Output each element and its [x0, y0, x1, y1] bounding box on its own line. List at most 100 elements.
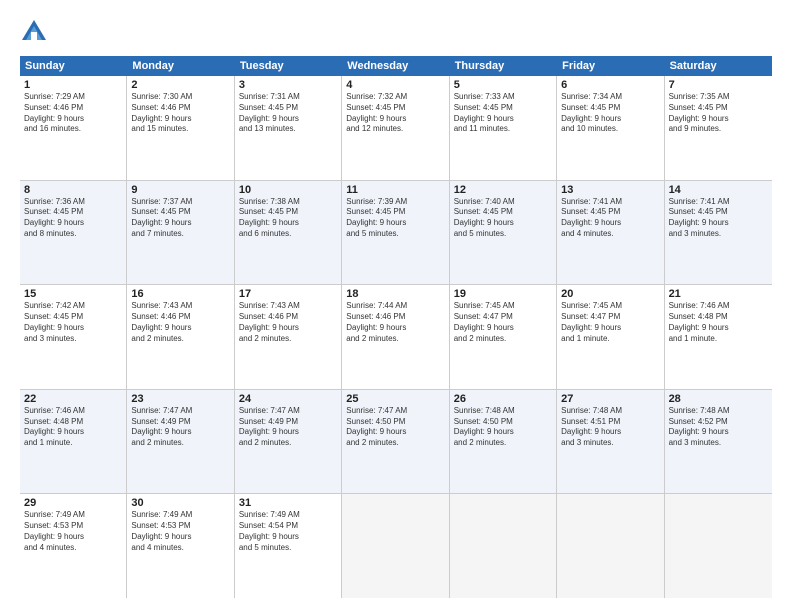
day-number: 2 [131, 79, 229, 91]
day-cell-1: 1Sunrise: 7:29 AM Sunset: 4:46 PM Daylig… [20, 76, 127, 180]
day-info: Sunrise: 7:49 AM Sunset: 4:53 PM Dayligh… [24, 510, 122, 553]
logo [20, 18, 52, 46]
calendar-row-2: 8Sunrise: 7:36 AM Sunset: 4:45 PM Daylig… [20, 181, 772, 286]
day-number: 8 [24, 184, 122, 196]
day-info: Sunrise: 7:38 AM Sunset: 4:45 PM Dayligh… [239, 197, 337, 240]
day-cell-8: 8Sunrise: 7:36 AM Sunset: 4:45 PM Daylig… [20, 181, 127, 285]
day-info: Sunrise: 7:49 AM Sunset: 4:54 PM Dayligh… [239, 510, 337, 553]
day-cell-20: 20Sunrise: 7:45 AM Sunset: 4:47 PM Dayli… [557, 285, 664, 389]
day-info: Sunrise: 7:44 AM Sunset: 4:46 PM Dayligh… [346, 301, 444, 344]
day-cell-25: 25Sunrise: 7:47 AM Sunset: 4:50 PM Dayli… [342, 390, 449, 494]
day-cell-14: 14Sunrise: 7:41 AM Sunset: 4:45 PM Dayli… [665, 181, 772, 285]
header-day-sunday: Sunday [20, 56, 127, 76]
day-cell-3: 3Sunrise: 7:31 AM Sunset: 4:45 PM Daylig… [235, 76, 342, 180]
day-info: Sunrise: 7:47 AM Sunset: 4:50 PM Dayligh… [346, 406, 444, 449]
day-cell-31: 31Sunrise: 7:49 AM Sunset: 4:54 PM Dayli… [235, 494, 342, 598]
header-day-thursday: Thursday [450, 56, 557, 76]
day-info: Sunrise: 7:49 AM Sunset: 4:53 PM Dayligh… [131, 510, 229, 553]
day-info: Sunrise: 7:34 AM Sunset: 4:45 PM Dayligh… [561, 92, 659, 135]
day-number: 26 [454, 393, 552, 405]
day-cell-29: 29Sunrise: 7:49 AM Sunset: 4:53 PM Dayli… [20, 494, 127, 598]
day-number: 4 [346, 79, 444, 91]
calendar-row-1: 1Sunrise: 7:29 AM Sunset: 4:46 PM Daylig… [20, 76, 772, 181]
day-number: 30 [131, 497, 229, 509]
day-number: 25 [346, 393, 444, 405]
day-info: Sunrise: 7:45 AM Sunset: 4:47 PM Dayligh… [561, 301, 659, 344]
day-number: 5 [454, 79, 552, 91]
day-cell-7: 7Sunrise: 7:35 AM Sunset: 4:45 PM Daylig… [665, 76, 772, 180]
day-info: Sunrise: 7:29 AM Sunset: 4:46 PM Dayligh… [24, 92, 122, 135]
day-info: Sunrise: 7:47 AM Sunset: 4:49 PM Dayligh… [131, 406, 229, 449]
calendar-row-3: 15Sunrise: 7:42 AM Sunset: 4:45 PM Dayli… [20, 285, 772, 390]
day-number: 1 [24, 79, 122, 91]
day-info: Sunrise: 7:43 AM Sunset: 4:46 PM Dayligh… [239, 301, 337, 344]
day-info: Sunrise: 7:48 AM Sunset: 4:51 PM Dayligh… [561, 406, 659, 449]
day-number: 27 [561, 393, 659, 405]
day-cell-24: 24Sunrise: 7:47 AM Sunset: 4:49 PM Dayli… [235, 390, 342, 494]
day-cell-18: 18Sunrise: 7:44 AM Sunset: 4:46 PM Dayli… [342, 285, 449, 389]
day-number: 3 [239, 79, 337, 91]
day-info: Sunrise: 7:43 AM Sunset: 4:46 PM Dayligh… [131, 301, 229, 344]
header-day-monday: Monday [127, 56, 234, 76]
day-info: Sunrise: 7:32 AM Sunset: 4:45 PM Dayligh… [346, 92, 444, 135]
day-number: 16 [131, 288, 229, 300]
calendar-row-5: 29Sunrise: 7:49 AM Sunset: 4:53 PM Dayli… [20, 494, 772, 598]
day-info: Sunrise: 7:48 AM Sunset: 4:50 PM Dayligh… [454, 406, 552, 449]
header-day-tuesday: Tuesday [235, 56, 342, 76]
day-cell-12: 12Sunrise: 7:40 AM Sunset: 4:45 PM Dayli… [450, 181, 557, 285]
day-cell-21: 21Sunrise: 7:46 AM Sunset: 4:48 PM Dayli… [665, 285, 772, 389]
empty-cell [450, 494, 557, 598]
day-cell-22: 22Sunrise: 7:46 AM Sunset: 4:48 PM Dayli… [20, 390, 127, 494]
day-info: Sunrise: 7:42 AM Sunset: 4:45 PM Dayligh… [24, 301, 122, 344]
calendar-body: 1Sunrise: 7:29 AM Sunset: 4:46 PM Daylig… [20, 76, 772, 598]
empty-cell [557, 494, 664, 598]
header-day-saturday: Saturday [665, 56, 772, 76]
day-number: 22 [24, 393, 122, 405]
day-number: 29 [24, 497, 122, 509]
day-info: Sunrise: 7:48 AM Sunset: 4:52 PM Dayligh… [669, 406, 768, 449]
day-cell-28: 28Sunrise: 7:48 AM Sunset: 4:52 PM Dayli… [665, 390, 772, 494]
day-info: Sunrise: 7:30 AM Sunset: 4:46 PM Dayligh… [131, 92, 229, 135]
day-number: 12 [454, 184, 552, 196]
day-number: 21 [669, 288, 768, 300]
empty-cell [665, 494, 772, 598]
header-day-friday: Friday [557, 56, 664, 76]
day-cell-26: 26Sunrise: 7:48 AM Sunset: 4:50 PM Dayli… [450, 390, 557, 494]
day-cell-16: 16Sunrise: 7:43 AM Sunset: 4:46 PM Dayli… [127, 285, 234, 389]
day-cell-15: 15Sunrise: 7:42 AM Sunset: 4:45 PM Dayli… [20, 285, 127, 389]
calendar: SundayMondayTuesdayWednesdayThursdayFrid… [20, 56, 772, 598]
day-cell-10: 10Sunrise: 7:38 AM Sunset: 4:45 PM Dayli… [235, 181, 342, 285]
header [20, 18, 772, 46]
day-cell-5: 5Sunrise: 7:33 AM Sunset: 4:45 PM Daylig… [450, 76, 557, 180]
day-number: 11 [346, 184, 444, 196]
day-info: Sunrise: 7:47 AM Sunset: 4:49 PM Dayligh… [239, 406, 337, 449]
empty-cell [342, 494, 449, 598]
day-info: Sunrise: 7:39 AM Sunset: 4:45 PM Dayligh… [346, 197, 444, 240]
header-day-wednesday: Wednesday [342, 56, 449, 76]
day-number: 19 [454, 288, 552, 300]
day-cell-27: 27Sunrise: 7:48 AM Sunset: 4:51 PM Dayli… [557, 390, 664, 494]
day-number: 10 [239, 184, 337, 196]
day-number: 18 [346, 288, 444, 300]
day-cell-17: 17Sunrise: 7:43 AM Sunset: 4:46 PM Dayli… [235, 285, 342, 389]
day-cell-2: 2Sunrise: 7:30 AM Sunset: 4:46 PM Daylig… [127, 76, 234, 180]
day-info: Sunrise: 7:37 AM Sunset: 4:45 PM Dayligh… [131, 197, 229, 240]
day-cell-6: 6Sunrise: 7:34 AM Sunset: 4:45 PM Daylig… [557, 76, 664, 180]
day-number: 9 [131, 184, 229, 196]
day-number: 14 [669, 184, 768, 196]
day-number: 13 [561, 184, 659, 196]
day-info: Sunrise: 7:46 AM Sunset: 4:48 PM Dayligh… [24, 406, 122, 449]
day-number: 31 [239, 497, 337, 509]
calendar-row-4: 22Sunrise: 7:46 AM Sunset: 4:48 PM Dayli… [20, 390, 772, 495]
day-info: Sunrise: 7:41 AM Sunset: 4:45 PM Dayligh… [669, 197, 768, 240]
day-number: 17 [239, 288, 337, 300]
day-info: Sunrise: 7:33 AM Sunset: 4:45 PM Dayligh… [454, 92, 552, 135]
day-info: Sunrise: 7:40 AM Sunset: 4:45 PM Dayligh… [454, 197, 552, 240]
day-number: 28 [669, 393, 768, 405]
day-info: Sunrise: 7:35 AM Sunset: 4:45 PM Dayligh… [669, 92, 768, 135]
day-info: Sunrise: 7:31 AM Sunset: 4:45 PM Dayligh… [239, 92, 337, 135]
day-info: Sunrise: 7:41 AM Sunset: 4:45 PM Dayligh… [561, 197, 659, 240]
page: SundayMondayTuesdayWednesdayThursdayFrid… [0, 0, 792, 612]
day-cell-13: 13Sunrise: 7:41 AM Sunset: 4:45 PM Dayli… [557, 181, 664, 285]
logo-icon [20, 18, 48, 46]
